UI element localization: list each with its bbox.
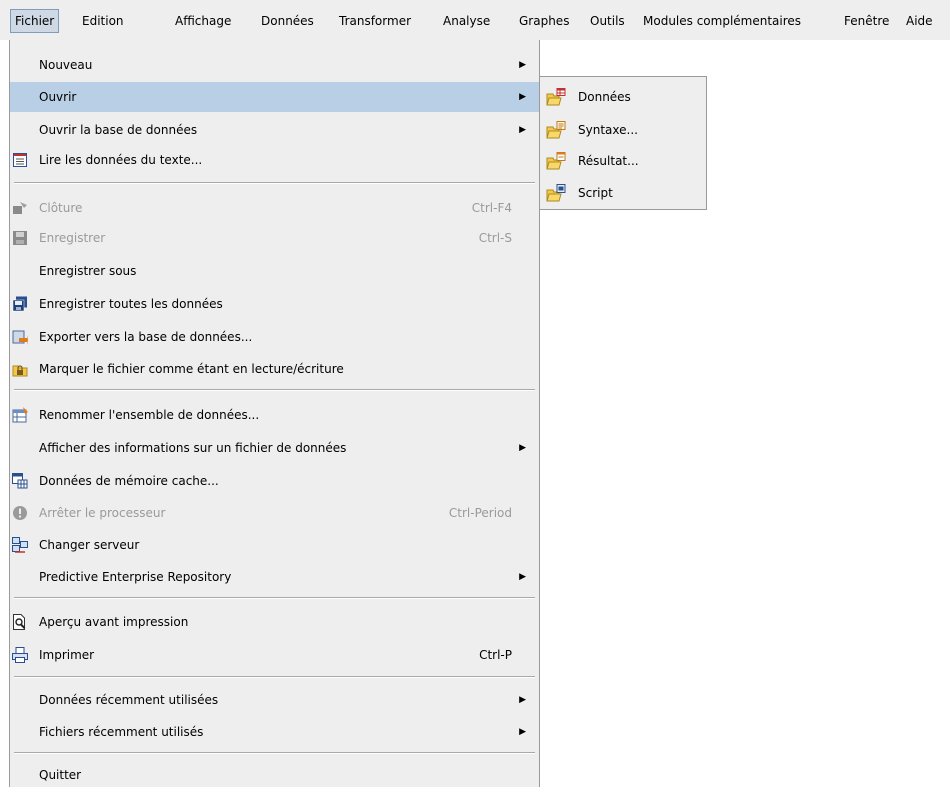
menu-item-label: Ouvrir: [39, 90, 77, 104]
menu-item-fichiers-recents[interactable]: Fichiers récemment utilisés ▶: [10, 717, 539, 747]
submenu-arrow-icon: ▶: [519, 92, 526, 102]
menu-item-imprimer[interactable]: Imprimer Ctrl-P: [10, 640, 539, 670]
submenu-item-donnees[interactable]: Données: [540, 81, 706, 113]
lock-file-icon: [12, 361, 28, 377]
menu-graphes[interactable]: Graphes: [515, 10, 573, 32]
open-data-icon: [546, 88, 566, 106]
submenu-arrow-icon: ▶: [519, 572, 526, 582]
server-icon: [12, 537, 28, 553]
submenu-item-label: Données: [578, 90, 631, 104]
menu-separator: [14, 389, 535, 391]
menu-item-lire-donnees-texte[interactable]: Lire les données du texte...: [10, 145, 539, 175]
open-output-icon: [546, 152, 566, 170]
shortcut-label: Ctrl-Period: [448, 506, 512, 520]
menu-item-cloture[interactable]: Clôture Ctrl-F4: [10, 193, 539, 223]
menu-item-label: Renommer l'ensemble de données...: [39, 408, 260, 422]
menu-separator: [14, 676, 535, 678]
menu-item-donnees-memoire-cache[interactable]: Données de mémoire cache...: [10, 466, 539, 496]
save-all-icon: [12, 296, 28, 312]
text-data-icon: [12, 152, 28, 168]
submenu-item-syntaxe[interactable]: Syntaxe...: [540, 114, 706, 146]
menu-item-nouveau[interactable]: Nouveau ▶: [10, 50, 539, 80]
save-icon: [12, 230, 28, 246]
submenu-item-label: Résultat...: [578, 154, 639, 168]
menu-item-label: Enregistrer: [39, 231, 106, 245]
menu-outils[interactable]: Outils: [586, 10, 629, 32]
menu-item-apercu-impression[interactable]: Aperçu avant impression: [10, 607, 539, 637]
menu-item-predictive-repository[interactable]: Predictive Enterprise Repository ▶: [10, 562, 539, 592]
menu-edition[interactable]: Edition: [78, 10, 128, 32]
menu-item-enregistrer-sous[interactable]: Enregistrer sous: [10, 256, 539, 286]
print-preview-icon: [12, 614, 28, 630]
menu-item-enregistrer-toutes[interactable]: Enregistrer toutes les données: [10, 289, 539, 319]
menu-item-label: Arrêter le processeur: [39, 506, 166, 520]
open-submenu: Données Syntaxe... Résultat... Script: [539, 76, 707, 210]
open-script-icon: [546, 184, 566, 202]
submenu-arrow-icon: ▶: [519, 727, 526, 737]
menu-donnees[interactable]: Données: [257, 10, 318, 32]
menu-item-label: Predictive Enterprise Repository: [39, 570, 232, 584]
menu-separator: [14, 752, 535, 754]
submenu-arrow-icon: ▶: [519, 695, 526, 705]
menu-item-label: Changer serveur: [39, 538, 140, 552]
menu-separator: [14, 597, 535, 599]
submenu-item-script[interactable]: Script: [540, 177, 706, 209]
menu-modules[interactable]: Modules complémentaires: [639, 10, 805, 32]
shortcut-label: Ctrl-P: [479, 648, 512, 662]
menu-item-label: Enregistrer toutes les données: [39, 297, 223, 311]
menu-item-label: Lire les données du texte...: [39, 153, 203, 167]
menu-transformer[interactable]: Transformer: [335, 10, 415, 32]
menu-item-label: Imprimer: [39, 648, 95, 662]
menu-item-label: Ouvrir la base de données: [39, 123, 198, 137]
file-menu-dropdown: Nouveau ▶ Ouvrir ▶ Ouvrir la base de don…: [9, 40, 540, 787]
close-window-icon: [12, 200, 28, 216]
menu-fenetre[interactable]: Fenêtre: [840, 10, 893, 32]
menu-item-label: Clôture: [39, 201, 83, 215]
menu-item-label: Marquer le fichier comme étant en lectur…: [39, 362, 344, 376]
menu-bar: Fichier Edition Affichage Données Transf…: [0, 0, 950, 40]
menu-item-label: Fichiers récemment utilisés: [39, 725, 204, 739]
submenu-arrow-icon: ▶: [519, 125, 526, 135]
menu-item-label: Données de mémoire cache...: [39, 474, 219, 488]
menu-item-ouvrir[interactable]: Ouvrir ▶: [10, 82, 539, 112]
menu-analyse[interactable]: Analyse: [439, 10, 494, 32]
menu-item-exporter-base[interactable]: Exporter vers la base de données...: [10, 322, 539, 352]
menu-aide[interactable]: Aide: [902, 10, 937, 32]
menu-affichage[interactable]: Affichage: [171, 10, 235, 32]
print-icon: [12, 647, 28, 663]
menu-item-label: Nouveau: [39, 58, 93, 72]
menu-separator: [14, 182, 535, 184]
submenu-item-resultat[interactable]: Résultat...: [540, 145, 706, 177]
stop-processor-icon: [12, 505, 28, 521]
menu-item-label: Enregistrer sous: [39, 264, 137, 278]
rename-dataset-icon: [12, 407, 28, 423]
menu-item-quitter[interactable]: Quitter: [10, 760, 539, 790]
menu-item-label: Afficher des informations sur un fichier…: [39, 441, 347, 455]
menu-item-enregistrer[interactable]: Enregistrer Ctrl-S: [10, 223, 539, 253]
menu-item-renommer-ensemble[interactable]: Renommer l'ensemble de données...: [10, 400, 539, 430]
menu-item-marquer-lecture-ecriture[interactable]: Marquer le fichier comme étant en lectur…: [10, 354, 539, 384]
menu-fichier[interactable]: Fichier: [10, 9, 60, 33]
submenu-item-label: Syntaxe...: [578, 123, 638, 137]
shortcut-label: Ctrl-F4: [471, 201, 512, 215]
cache-data-icon: [12, 473, 28, 489]
menu-item-ouvrir-base-de-donnees[interactable]: Ouvrir la base de données ▶: [10, 115, 539, 145]
submenu-item-label: Script: [578, 186, 613, 200]
menu-item-label: Données récemment utilisées: [39, 693, 219, 707]
menu-item-label: Exporter vers la base de données...: [39, 330, 253, 344]
menu-item-label: Quitter: [39, 768, 82, 782]
shortcut-label: Ctrl-S: [478, 231, 512, 245]
submenu-arrow-icon: ▶: [519, 60, 526, 70]
menu-item-label: Aperçu avant impression: [39, 615, 189, 629]
menu-item-afficher-informations[interactable]: Afficher des informations sur un fichier…: [10, 433, 539, 463]
menu-item-changer-serveur[interactable]: Changer serveur: [10, 530, 539, 560]
open-syntax-icon: [546, 121, 566, 139]
submenu-arrow-icon: ▶: [519, 443, 526, 453]
menu-item-donnees-recentes[interactable]: Données récemment utilisées ▶: [10, 685, 539, 715]
menu-item-arreter-processeur[interactable]: Arrêter le processeur Ctrl-Period: [10, 498, 539, 528]
export-database-icon: [12, 329, 28, 345]
